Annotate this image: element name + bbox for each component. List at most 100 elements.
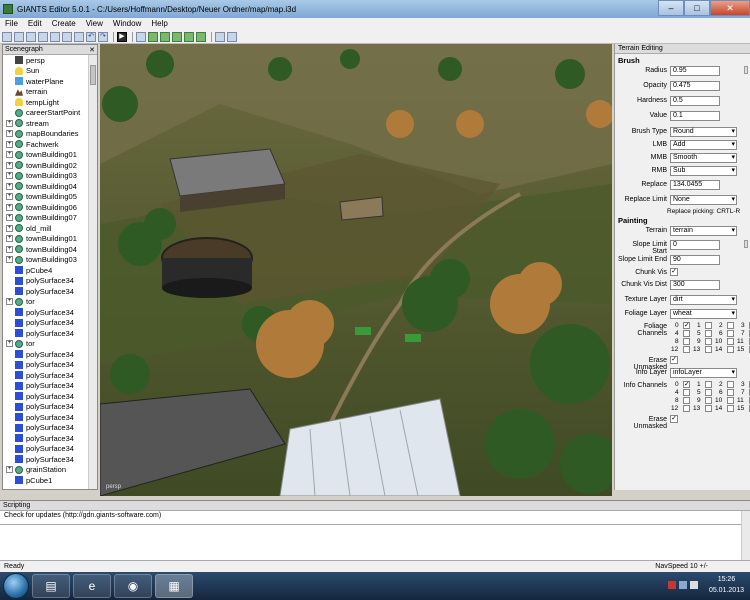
scenegraph-item[interactable]: + townBuilding01 — [3, 150, 88, 161]
select-tool-icon[interactable] — [136, 31, 146, 42]
expand-icon[interactable]: + — [6, 256, 13, 264]
scenegraph-item[interactable]: polySurface34 — [3, 423, 88, 434]
info-channel-checkbox[interactable] — [705, 397, 712, 404]
flag-icon[interactable] — [668, 581, 676, 589]
expand-icon[interactable]: + — [6, 182, 13, 190]
scenegraph-item[interactable]: tempLight — [3, 97, 88, 108]
brush-type-select[interactable]: Round — [670, 127, 737, 137]
info-channel-checkbox[interactable] — [705, 381, 712, 388]
scenegraph-item[interactable]: waterPlane — [3, 76, 88, 87]
hardness-input[interactable]: 0.5 — [670, 96, 720, 106]
scrollbar-thumb[interactable] — [90, 65, 96, 85]
scripting-scrollbar[interactable] — [741, 511, 750, 560]
chrome-icon[interactable]: ◉ — [114, 574, 152, 598]
terrain-paint-icon[interactable] — [160, 31, 170, 42]
expand-icon[interactable]: + — [6, 130, 13, 138]
scenegraph-item[interactable]: + tor — [3, 339, 88, 350]
scenegraph-item[interactable]: terrain — [3, 87, 88, 98]
foliage-layer-select[interactable]: wheat — [670, 309, 737, 319]
scenegraph-tree[interactable]: persp Sun waterPlane terrain tempLight career… — [3, 55, 88, 489]
menu-edit[interactable]: Edit — [23, 18, 47, 30]
play-icon[interactable]: ▶ — [117, 31, 127, 42]
export-icon[interactable] — [62, 31, 72, 42]
scenegraph-item[interactable]: + old_mill — [3, 223, 88, 234]
expand-icon[interactable]: + — [6, 140, 13, 148]
scenegraph-item[interactable]: pCube4 — [3, 265, 88, 276]
foliage-channel-checkbox[interactable] — [727, 346, 734, 353]
expand-icon[interactable]: + — [6, 151, 13, 159]
expand-icon[interactable]: + — [6, 203, 13, 211]
open-file-icon[interactable] — [14, 31, 24, 42]
scenegraph-item[interactable]: polySurface34 — [3, 360, 88, 371]
lmb-select[interactable]: Add — [670, 140, 737, 150]
expand-icon[interactable]: + — [6, 466, 13, 474]
scenegraph-item[interactable]: + stream — [3, 118, 88, 129]
scenegraph-item[interactable]: persp — [3, 55, 88, 66]
foliage-channel-checkbox[interactable]: ✓ — [683, 322, 690, 329]
info-channel-checkbox[interactable] — [727, 397, 734, 404]
slope-slider[interactable] — [744, 240, 748, 248]
scenegraph-item[interactable]: + townBuilding01 — [3, 234, 88, 245]
expand-icon[interactable]: + — [6, 224, 13, 232]
terrain-select[interactable]: terrain — [670, 226, 737, 236]
scenegraph-item[interactable]: polySurface34 — [3, 444, 88, 455]
foliage-channel-checkbox[interactable] — [705, 322, 712, 329]
redo-icon[interactable]: ↷ — [98, 31, 108, 42]
scenegraph-item[interactable]: + townBuilding07 — [3, 213, 88, 224]
scenegraph-item[interactable]: polySurface34 — [3, 402, 88, 413]
info-channel-checkbox[interactable] — [727, 405, 734, 412]
scenegraph-item[interactable]: polySurface34 — [3, 286, 88, 297]
chunk-vis-checkbox[interactable]: ✓ — [670, 268, 678, 276]
foliage-channel-checkbox[interactable] — [683, 330, 690, 337]
grass-icon[interactable] — [196, 31, 206, 42]
info-channel-checkbox[interactable] — [683, 405, 690, 412]
volume-icon[interactable] — [690, 581, 698, 589]
foliage-channel-checkbox[interactable] — [705, 346, 712, 353]
snap-icon[interactable] — [215, 31, 225, 42]
mmb-select[interactable]: Smooth — [670, 153, 737, 163]
scenegraph-item[interactable]: polySurface34 — [3, 454, 88, 465]
scenegraph-item[interactable]: + tor — [3, 297, 88, 308]
undo-icon[interactable]: ↶ — [86, 31, 96, 42]
start-button[interactable] — [3, 573, 29, 599]
scenegraph-item[interactable]: + Fachwerk — [3, 139, 88, 150]
menu-window[interactable]: Window — [108, 18, 146, 30]
menu-view[interactable]: View — [81, 18, 108, 30]
menu-file[interactable]: File — [0, 18, 23, 30]
foliage-channel-checkbox[interactable] — [727, 322, 734, 329]
slope-limit-start-input[interactable]: 0 — [670, 240, 720, 250]
scenegraph-item[interactable]: polySurface34 — [3, 433, 88, 444]
scenegraph-item[interactable]: polySurface34 — [3, 370, 88, 381]
chunk-vis-dist-input[interactable]: 300 — [670, 280, 720, 290]
expand-icon[interactable]: + — [6, 235, 13, 243]
info-layer-icon[interactable] — [184, 31, 194, 42]
foliage-channel-checkbox[interactable] — [727, 338, 734, 345]
close-panel-icon[interactable]: ✕ — [89, 46, 95, 54]
scenegraph-item[interactable]: polySurface34 — [3, 328, 88, 339]
scenegraph-item[interactable]: + townBuilding06 — [3, 202, 88, 213]
info-channel-checkbox[interactable] — [705, 405, 712, 412]
expand-icon[interactable]: + — [6, 245, 13, 253]
foliage-channel-checkbox[interactable] — [727, 330, 734, 337]
info-channel-checkbox[interactable] — [705, 389, 712, 396]
info-layer-select[interactable]: infoLayer — [670, 368, 737, 378]
scenegraph-item[interactable]: polySurface34 — [3, 412, 88, 423]
clock[interactable]: 15:26 05.01.2013 — [709, 574, 744, 596]
scenegraph-item[interactable]: polySurface34 — [3, 307, 88, 318]
opacity-input[interactable]: 0.475 — [670, 81, 720, 91]
terrain-sculpt-icon[interactable] — [148, 31, 158, 42]
foliage-channel-checkbox[interactable] — [705, 330, 712, 337]
scenegraph-item[interactable]: + townBuilding04 — [3, 181, 88, 192]
info-channel-checkbox[interactable] — [727, 381, 734, 388]
scenegraph-item[interactable]: polySurface34 — [3, 391, 88, 402]
3d-viewport[interactable]: persp — [100, 44, 612, 496]
foliage-channel-checkbox[interactable] — [683, 338, 690, 345]
save-icon[interactable] — [26, 31, 36, 42]
internet-explorer-icon[interactable]: e — [73, 574, 111, 598]
rmb-select[interactable]: Sub — [670, 166, 737, 176]
expand-icon[interactable]: + — [6, 119, 13, 127]
menu-help[interactable]: Help — [146, 18, 172, 30]
explorer-icon[interactable]: ▤ — [32, 574, 70, 598]
menu-create[interactable]: Create — [47, 18, 81, 30]
info-channel-checkbox[interactable] — [727, 389, 734, 396]
